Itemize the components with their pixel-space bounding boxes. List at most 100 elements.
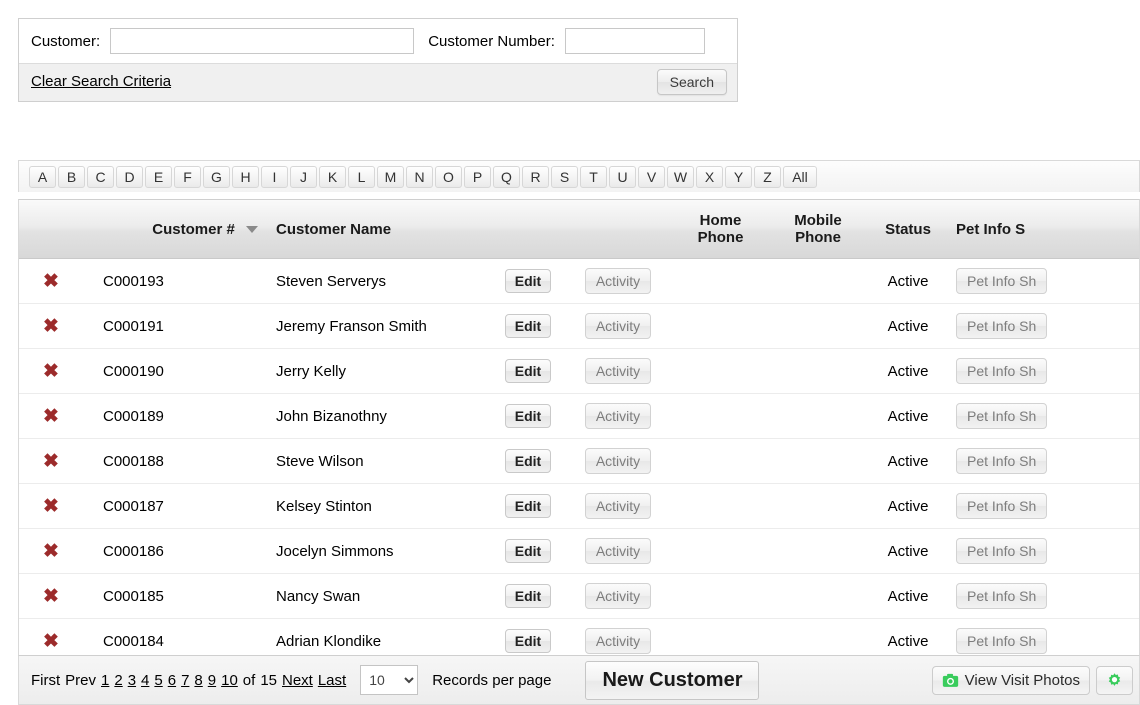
pager-page-1[interactable]: 1 (101, 672, 109, 689)
delete-row-icon[interactable]: ✖ (43, 362, 59, 381)
delete-row-icon[interactable]: ✖ (43, 407, 59, 426)
pager-next[interactable]: Next (282, 672, 313, 689)
activity-button[interactable]: Activity (584, 448, 652, 474)
search-button[interactable]: Search (656, 68, 727, 95)
alpha-filter-i[interactable]: I (261, 166, 288, 188)
header-home-phone[interactable]: Home Phone (673, 212, 768, 247)
alpha-filter-b[interactable]: B (58, 166, 85, 188)
header-customer-number[interactable]: Customer # (83, 221, 258, 238)
customer-number-input[interactable] (564, 28, 705, 54)
activity-button[interactable]: Activity (584, 268, 652, 294)
alpha-filter-q[interactable]: Q (493, 166, 520, 188)
pet-info-sheet-button[interactable]: Pet Info Sh (956, 493, 1048, 519)
delete-row-icon[interactable]: ✖ (43, 587, 59, 606)
activity-button[interactable]: Activity (584, 313, 652, 339)
delete-row-icon[interactable]: ✖ (43, 542, 59, 561)
pet-info-sheet-button[interactable]: Pet Info Sh (956, 448, 1048, 474)
alpha-filter-m[interactable]: M (377, 166, 404, 188)
customer-name-cell: Adrian Klondike (276, 632, 382, 650)
activity-button[interactable]: Activity (584, 538, 652, 564)
pet-info-sheet-button[interactable]: Pet Info Sh (956, 628, 1048, 654)
records-per-page-select[interactable]: 10 (360, 665, 419, 695)
pager-page-6[interactable]: 6 (168, 672, 176, 689)
delete-cell: ✖ (19, 632, 83, 651)
pet-info-sheet-button[interactable]: Pet Info Sh (956, 313, 1048, 339)
edit-button[interactable]: Edit (504, 269, 552, 293)
clear-search-criteria-link[interactable]: Clear Search Criteria (31, 73, 171, 90)
activity-button[interactable]: Activity (584, 628, 652, 654)
alpha-filter-l[interactable]: L (348, 166, 375, 188)
activity-button[interactable]: Activity (584, 493, 652, 519)
header-pet-info[interactable]: Pet Info S (948, 221, 1068, 238)
alpha-filter-n[interactable]: N (406, 166, 433, 188)
pet-info-sheet-button[interactable]: Pet Info Sh (956, 583, 1048, 609)
pet-info-sheet-button[interactable]: Pet Info Sh (956, 403, 1048, 429)
status-cell: Active (887, 452, 929, 470)
pager-page-4[interactable]: 4 (141, 672, 149, 689)
header-customer-name[interactable]: Customer Name (258, 221, 493, 238)
delete-row-icon[interactable]: ✖ (43, 272, 59, 291)
alpha-filter-w[interactable]: W (667, 166, 694, 188)
alpha-filter-u[interactable]: U (609, 166, 636, 188)
pager-last[interactable]: Last (318, 672, 346, 689)
edit-button[interactable]: Edit (504, 449, 552, 473)
pager-page-5[interactable]: 5 (154, 672, 162, 689)
alpha-filter-k[interactable]: K (319, 166, 346, 188)
alpha-filter-t[interactable]: T (580, 166, 607, 188)
alpha-filter-f[interactable]: F (174, 166, 201, 188)
delete-row-icon[interactable]: ✖ (43, 497, 59, 516)
alpha-filter-z[interactable]: Z (754, 166, 781, 188)
pager-page-3[interactable]: 3 (128, 672, 136, 689)
activity-button[interactable]: Activity (584, 583, 652, 609)
alpha-filter-p[interactable]: P (464, 166, 491, 188)
table-row: ✖ C000190 Jerry Kelly Edit Activity Acti… (19, 349, 1139, 394)
pager-first[interactable]: First (31, 672, 60, 689)
alpha-filter-e[interactable]: E (145, 166, 172, 188)
status-cell: Active (887, 632, 929, 650)
pager-page-7[interactable]: 7 (181, 672, 189, 689)
edit-button[interactable]: Edit (504, 584, 552, 608)
pet-info-sheet-button[interactable]: Pet Info Sh (956, 538, 1048, 564)
alpha-filter-all[interactable]: All (783, 166, 817, 188)
edit-button[interactable]: Edit (504, 314, 552, 338)
edit-button[interactable]: Edit (504, 539, 552, 563)
edit-button[interactable]: Edit (504, 359, 552, 383)
alpha-filter-a[interactable]: A (29, 166, 56, 188)
table-row: ✖ C000189 John Bizanothny Edit Activity … (19, 394, 1139, 439)
new-customer-button[interactable]: New Customer (585, 660, 760, 700)
alpha-filter-o[interactable]: O (435, 166, 462, 188)
alpha-filter-d[interactable]: D (116, 166, 143, 188)
pager-page-10[interactable]: 10 (221, 672, 238, 689)
alpha-filter-j[interactable]: J (290, 166, 317, 188)
alpha-filter-v[interactable]: V (638, 166, 665, 188)
alpha-filter-r[interactable]: R (522, 166, 549, 188)
edit-button[interactable]: Edit (504, 494, 552, 518)
delete-row-icon[interactable]: ✖ (43, 452, 59, 471)
header-mobile-phone[interactable]: Mobile Phone (768, 212, 868, 247)
pet-info-sheet-button[interactable]: Pet Info Sh (956, 268, 1048, 294)
header-status[interactable]: Status (868, 221, 948, 238)
pager-page-8[interactable]: 8 (194, 672, 202, 689)
activity-button[interactable]: Activity (584, 358, 652, 384)
delete-row-icon[interactable]: ✖ (43, 632, 59, 651)
edit-button[interactable]: Edit (504, 404, 552, 428)
pager-page-2[interactable]: 2 (114, 672, 122, 689)
alpha-filter-x[interactable]: X (696, 166, 723, 188)
activity-button[interactable]: Activity (584, 403, 652, 429)
alpha-filter-h[interactable]: H (232, 166, 259, 188)
pager-page-9[interactable]: 9 (208, 672, 216, 689)
customer-number-cell: C000187 (103, 497, 164, 515)
alpha-filter-g[interactable]: G (203, 166, 230, 188)
delete-row-icon[interactable]: ✖ (43, 317, 59, 336)
alpha-filter-c[interactable]: C (87, 166, 114, 188)
alpha-filter-y[interactable]: Y (725, 166, 752, 188)
edit-button[interactable]: Edit (504, 629, 552, 653)
settings-button[interactable] (1096, 665, 1133, 695)
pet-info-cell: Pet Info Sh (948, 313, 1068, 339)
view-visit-photos-button[interactable]: View Visit Photos (931, 665, 1090, 695)
pet-info-sheet-button[interactable]: Pet Info Sh (956, 358, 1048, 384)
edit-cell: Edit (493, 629, 563, 653)
customer-name-input[interactable] (110, 28, 415, 54)
pager-prev[interactable]: Prev (65, 672, 96, 689)
alpha-filter-s[interactable]: S (551, 166, 578, 188)
